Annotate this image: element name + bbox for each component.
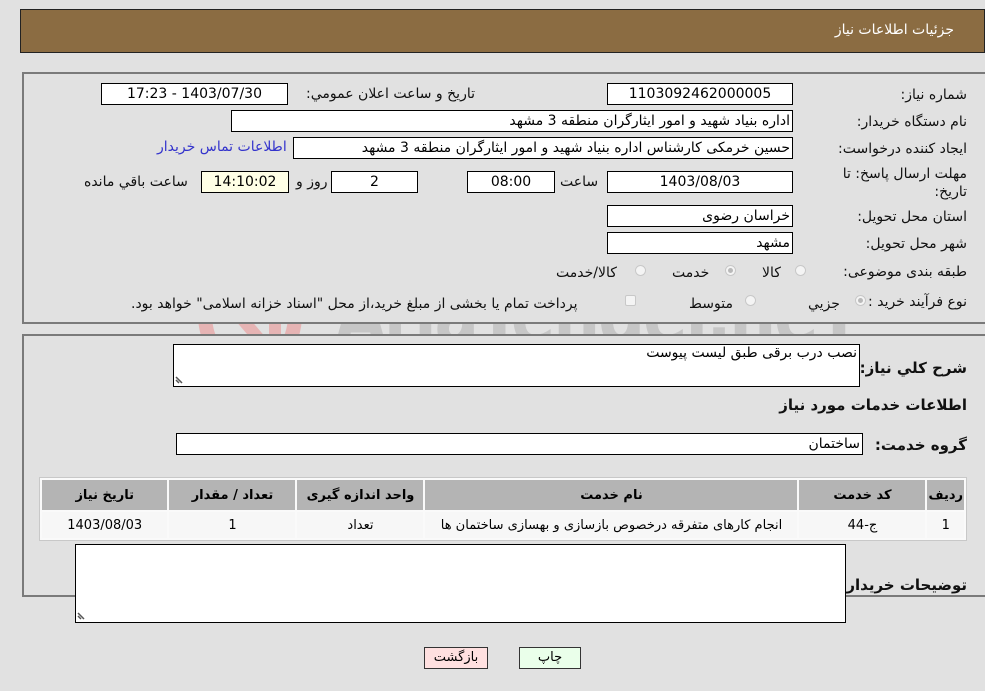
- province-label: استان محل تحويل:: [857, 209, 967, 225]
- province-field: خراسان رضوی: [607, 205, 793, 227]
- purchase-process-label: نوع فرآيند خريد :: [868, 294, 967, 310]
- requester-field: حسين خرمکی کارشناس اداره بنياد شهيد و ام…: [293, 137, 793, 159]
- cell-row-number: 1: [927, 512, 964, 538]
- page-header: جزئيات اطلاعات نياز: [20, 9, 985, 53]
- resize-grip-icon[interactable]: [175, 374, 185, 384]
- buyer-org-field: اداره بنياد شهيد و امور ايثارگران منطقه …: [231, 110, 793, 132]
- buyer-org-label: نام دستگاه خريدار:: [856, 114, 967, 130]
- col-row-number: رديف: [927, 480, 964, 510]
- category-option-goods: کالا: [762, 265, 781, 281]
- days-label: روز و: [296, 174, 328, 190]
- service-group-field: ساختمان: [176, 433, 863, 455]
- col-service-code: کد خدمت: [799, 480, 926, 510]
- deadline-time-label: ساعت: [560, 174, 599, 190]
- col-need-date: تاريخ نياز: [42, 480, 168, 510]
- category-label: طبقه بندی موضوعی:: [843, 264, 967, 280]
- col-unit: واحد اندازه گيری: [297, 480, 424, 510]
- print-button[interactable]: چاپ: [519, 647, 581, 669]
- process-radio-medium[interactable]: [745, 295, 756, 306]
- need-summary-textarea[interactable]: نصب درب برقی طبق ليست پيوست: [173, 344, 860, 387]
- buyer-contact-link[interactable]: اطلاعات تماس خريدار: [157, 139, 287, 155]
- city-label: شهر محل تحويل:: [865, 236, 967, 252]
- need-number-label: شماره نياز:: [900, 87, 968, 103]
- page-title: جزئيات اطلاعات نياز: [834, 22, 954, 38]
- deadline-date-field: 1403/08/03: [607, 171, 793, 193]
- process-radio-minor[interactable]: [855, 295, 866, 306]
- col-service-name: نام خدمت: [425, 480, 798, 510]
- time-remaining-field: 14:10:02: [201, 171, 289, 193]
- cell-unit: تعداد: [297, 512, 424, 538]
- resize-grip-icon[interactable]: [77, 610, 87, 620]
- category-option-goods-service: کالا/خدمت: [556, 265, 617, 281]
- table-row: 1 ج-44 انجام کارهای متفرقه درخصوص بازساز…: [42, 512, 964, 538]
- announce-datetime-label: تاريخ و ساعت اعلان عمومي:: [306, 86, 475, 102]
- requester-label: ايجاد کننده درخواست:: [838, 141, 967, 157]
- cell-quantity: 1: [169, 512, 296, 538]
- service-group-label: گروه خدمت:: [874, 436, 967, 454]
- deadline-label: مهلت ارسال پاسخ: تا تاريخ:: [842, 166, 967, 200]
- need-summary-label: شرح کلي نياز:: [859, 359, 967, 377]
- announce-datetime-field: 1403/07/30 - 17:23: [101, 83, 288, 105]
- time-remaining-label: ساعت باقي مانده: [84, 174, 188, 190]
- category-radio-goods[interactable]: [795, 265, 806, 276]
- services-table: رديف کد خدمت نام خدمت واحد اندازه گيری ت…: [39, 477, 967, 541]
- category-radio-service[interactable]: [725, 265, 736, 276]
- category-radio-goods-service[interactable]: [635, 265, 646, 276]
- treasury-checkbox[interactable]: [625, 295, 636, 306]
- buyer-notes-textarea[interactable]: [75, 544, 846, 623]
- cell-service-code: ج-44: [799, 512, 926, 538]
- category-option-service: خدمت: [672, 265, 710, 281]
- need-number-field: 1103092462000005: [607, 83, 793, 105]
- process-option-minor: جزيي: [808, 296, 840, 312]
- city-field: مشهد: [607, 232, 793, 254]
- days-remaining-field: 2: [331, 171, 418, 193]
- treasury-note: پرداخت تمام يا بخشی از مبلغ خريد،از محل …: [131, 296, 578, 312]
- cell-need-date: 1403/08/03: [42, 512, 168, 538]
- deadline-time-field: 08:00: [467, 171, 555, 193]
- process-option-medium: متوسط: [689, 296, 733, 312]
- cell-service-name: انجام کارهای متفرقه درخصوص بازسازی و بهس…: [425, 512, 798, 538]
- back-button[interactable]: بازگشت: [424, 647, 488, 669]
- col-quantity: تعداد / مقدار: [169, 480, 296, 510]
- services-section-title: اطلاعات خدمات مورد نياز: [779, 396, 967, 414]
- services-table-header: رديف کد خدمت نام خدمت واحد اندازه گيری ت…: [42, 480, 964, 510]
- buyer-notes-label: توضيحات خريدار:: [840, 576, 967, 594]
